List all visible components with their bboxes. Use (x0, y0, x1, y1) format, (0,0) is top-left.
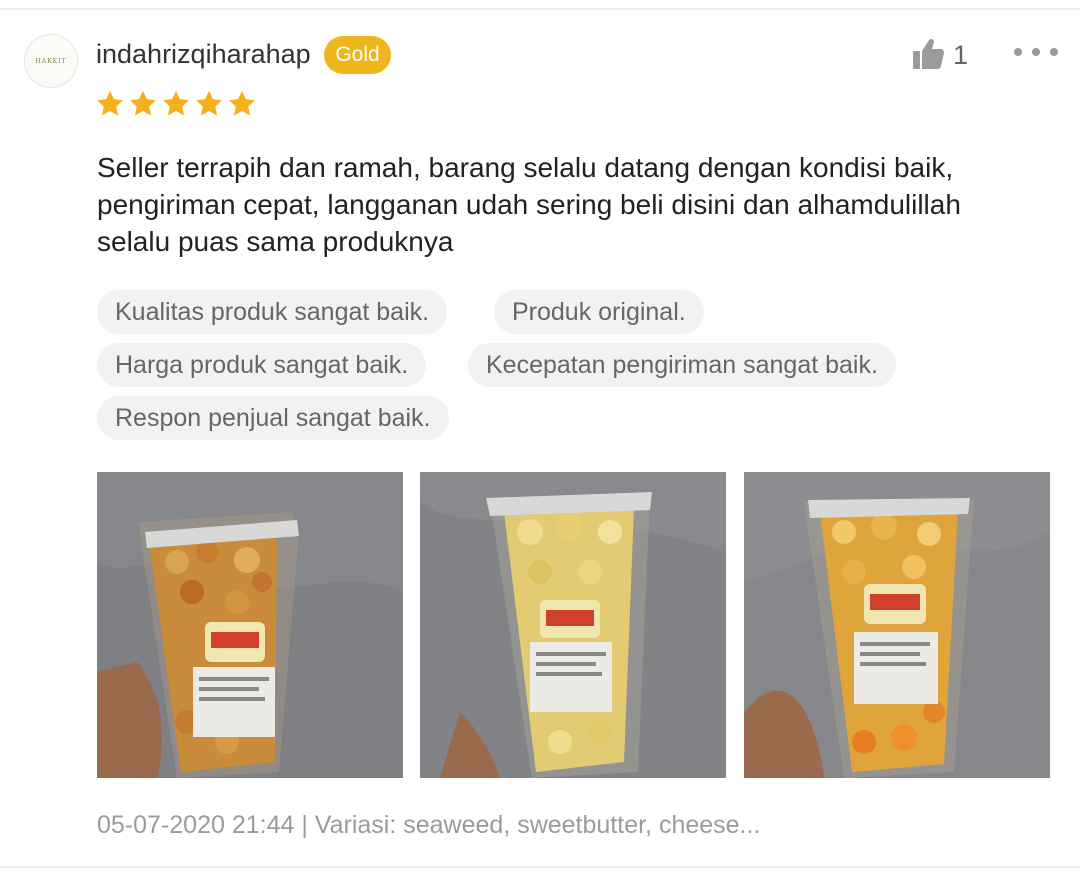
review-tag: Harga produk sangat baik. (97, 343, 427, 387)
more-dot (1050, 48, 1058, 56)
bottom-divider (0, 866, 1080, 868)
review-photo[interactable] (744, 472, 1050, 778)
thumbs-up-icon[interactable] (910, 36, 946, 72)
avatar-logo-text: HAKKIT (35, 57, 67, 65)
top-divider (0, 8, 1080, 10)
rating-stars (95, 89, 260, 119)
more-dot (1032, 48, 1040, 56)
star-icon (130, 90, 156, 116)
review-tag: Produk original. (494, 290, 704, 334)
more-dot (1014, 48, 1022, 56)
membership-badge: Gold (324, 36, 391, 74)
star-icon (196, 90, 222, 116)
star-icon (97, 90, 123, 116)
review-text: Seller terrapih dan ramah, barang selalu… (97, 152, 961, 257)
avatar[interactable]: HAKKIT (24, 34, 78, 88)
review-meta: 05-07-2020 21:44 | Variasi: seaweed, swe… (97, 811, 761, 839)
review-tag: Kualitas produk sangat baik. (97, 290, 448, 334)
review-tag: Kecepatan pengiriman sangat baik. (468, 343, 896, 387)
like-count: 1 (953, 40, 969, 70)
review-tag: Respon penjual sangat baik. (97, 396, 449, 440)
review-photo[interactable] (420, 472, 726, 778)
username[interactable]: indahrizqiharahap (96, 36, 311, 72)
review-photo[interactable] (97, 472, 403, 778)
more-options-icon[interactable] (1014, 42, 1058, 62)
star-icon (163, 90, 189, 116)
star-icon (229, 90, 255, 116)
